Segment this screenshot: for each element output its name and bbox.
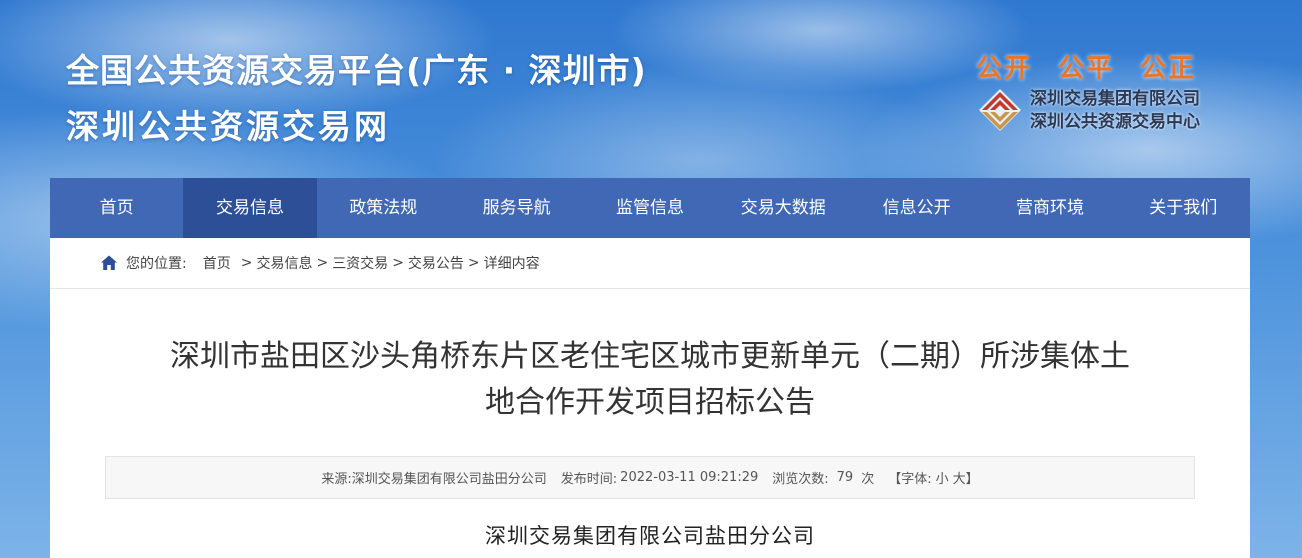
- org-name-group: 深圳交易集团有限公司: [1030, 89, 1200, 109]
- breadcrumb-separator: >: [467, 255, 480, 271]
- nav-item-service-guide[interactable]: 服务导航: [450, 178, 583, 238]
- slogan-open: 公开: [976, 54, 1033, 84]
- source-label: 来源:: [321, 472, 352, 487]
- nav-item-home[interactable]: 首页: [50, 178, 183, 238]
- slogan-just: 公正: [1140, 54, 1197, 84]
- main-nav: 首页 交易信息 政策法规 服务导航 监管信息 交易大数据 信息公开 营商环境 关…: [50, 178, 1250, 238]
- article-title-line-2: 地合作开发项目招标公告: [485, 385, 815, 420]
- source-value: 深圳交易集团有限公司盐田分公司: [351, 472, 547, 487]
- nav-item-big-data[interactable]: 交易大数据: [717, 178, 850, 238]
- breadcrumb-announcements[interactable]: 交易公告: [408, 253, 464, 273]
- nav-item-policy[interactable]: 政策法规: [317, 178, 450, 238]
- exchange-group-logo-icon: [979, 89, 1021, 131]
- breadcrumb-trade-info[interactable]: 交易信息: [256, 253, 312, 273]
- views-count: 79: [836, 470, 854, 485]
- content-panel: 您的位置: 首页 > 交易信息 > 三资交易 > 交易公告 > 详细内容 深圳市…: [50, 238, 1250, 558]
- breadcrumb-three-assets[interactable]: 三资交易: [332, 253, 388, 273]
- breadcrumb-separator: >: [392, 255, 404, 271]
- slogan-fair: 公平: [1058, 54, 1115, 84]
- breadcrumb: 您的位置: 首页 > 交易信息 > 三资交易 > 交易公告 > 详细内容: [50, 238, 1250, 289]
- nav-item-trade-info[interactable]: 交易信息: [183, 178, 317, 238]
- breadcrumb-separator: >: [240, 255, 253, 271]
- article-title: 深圳市盐田区沙头角桥东片区老住宅区城市更新单元（二期）所涉集体土 地合作开发项目…: [130, 334, 1170, 426]
- org-names: 深圳交易集团有限公司 深圳公共资源交易中心: [1030, 88, 1200, 134]
- org-name-center: 深圳公共资源交易中心: [1030, 112, 1200, 132]
- site-title-platform[interactable]: 全国公共资源交易平台(广东 · 深圳市): [66, 44, 647, 92]
- font-size-small-button[interactable]: 小: [936, 468, 949, 487]
- nav-item-supervision[interactable]: 监管信息: [583, 178, 716, 238]
- breadcrumb-detail[interactable]: 详细内容: [484, 253, 540, 273]
- breadcrumb-home[interactable]: 首页: [203, 253, 231, 273]
- nav-item-about[interactable]: 关于我们: [1117, 178, 1250, 238]
- views-label: 浏览次数:: [772, 472, 829, 487]
- article-body-heading: 深圳交易集团有限公司盐田分公司: [485, 524, 815, 548]
- article-title-line-1: 深圳市盐田区沙头角桥东片区老住宅区城市更新单元（二期）所涉集体土: [170, 339, 1130, 374]
- home-icon: [101, 255, 117, 270]
- views-unit: 次: [861, 472, 875, 487]
- font-size-label: 【字体:: [888, 472, 932, 487]
- nav-item-business-env[interactable]: 营商环境: [983, 178, 1116, 238]
- nav-item-disclosure[interactable]: 信息公开: [850, 178, 983, 238]
- breadcrumb-separator: >: [316, 255, 329, 271]
- publish-time-label: 发布时间:: [560, 472, 618, 487]
- publish-time-value: 2022-03-11 09:21:29: [620, 470, 759, 485]
- article-meta-bar: 来源: 深圳交易集团有限公司盐田分公司 发布时间: 2022-03-11 09:…: [105, 456, 1195, 499]
- font-size-large-button[interactable]: 大】: [953, 468, 979, 487]
- breadcrumb-label: 您的位置:: [126, 256, 187, 272]
- site-title-network[interactable]: 深圳公共资源交易网: [66, 100, 390, 148]
- slogan: 公开 公平 公正: [976, 48, 1196, 85]
